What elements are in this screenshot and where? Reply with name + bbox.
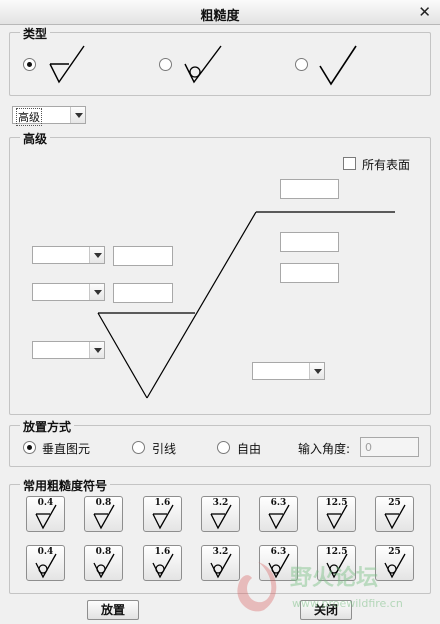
roughness-preset-button[interactable]: 6.3: [259, 496, 298, 532]
type-group-label: 类型: [20, 25, 51, 42]
angle-input[interactable]: 0: [360, 437, 419, 457]
roughness-preset-button[interactable]: 0.8: [84, 545, 123, 581]
sampling-length-field[interactable]: [280, 232, 339, 252]
machined-symbol-icon: [326, 504, 348, 530]
upper-limit-field[interactable]: [113, 246, 173, 266]
roughness-preset-button[interactable]: 1.6: [143, 496, 182, 532]
lay-direction-select[interactable]: [252, 362, 325, 380]
place-button[interactable]: 放置: [87, 600, 139, 620]
advanced-group: [9, 137, 431, 415]
angle-input-placeholder: 0: [365, 441, 372, 454]
watermark-logo: [237, 562, 277, 612]
placement-label-leader: 引线: [152, 442, 177, 456]
placement-radio-leader[interactable]: [132, 441, 145, 454]
title-bar: 粗糙度 ✕: [0, 0, 440, 25]
roughness-preset-button[interactable]: 0.4: [26, 496, 65, 532]
roughness-preset-button[interactable]: 12.5: [317, 496, 356, 532]
roughness-preset-button[interactable]: 0.4: [26, 545, 65, 581]
no-removal-symbol-icon: [93, 553, 115, 579]
close-icon[interactable]: ✕: [418, 3, 431, 21]
lower-limit-type-select[interactable]: [32, 283, 105, 301]
placement-group-label: 放置方式: [20, 418, 75, 435]
machined-symbol-icon: [384, 504, 406, 530]
machined-symbol-icon: [93, 504, 115, 530]
type-radio-basic[interactable]: [295, 58, 308, 71]
chevron-down-icon[interactable]: [89, 247, 104, 263]
machined-symbol-icon: [35, 504, 57, 530]
roughness-preset-button[interactable]: 1.6: [143, 545, 182, 581]
chevron-down-icon[interactable]: [89, 342, 104, 358]
placement-radio-normal[interactable]: [23, 441, 36, 454]
lower-limit-field[interactable]: [113, 283, 173, 303]
all-surfaces-checkbox[interactable]: [343, 157, 356, 170]
no-removal-symbol-icon: [384, 553, 406, 579]
machining-allowance-select[interactable]: [32, 341, 105, 359]
watermark-text: 野火论坛: [290, 566, 379, 591]
roughness-preset-button[interactable]: 0.8: [84, 496, 123, 532]
production-method-field[interactable]: [280, 179, 339, 199]
angle-label: 输入角度:: [298, 442, 351, 456]
watermark-url: www.proewildfire.cn: [292, 597, 403, 610]
machined-symbol-icon: [49, 45, 85, 84]
chevron-down-icon[interactable]: [89, 284, 104, 300]
no-removal-symbol-icon: [35, 553, 57, 579]
common-symbols-label: 常用粗糙度符号: [20, 477, 111, 494]
roughness-preset-button[interactable]: 25: [375, 496, 414, 532]
chevron-down-icon[interactable]: [309, 363, 324, 379]
other-roughness-field[interactable]: [280, 263, 339, 283]
roughness-preset-button[interactable]: 25: [375, 545, 414, 581]
window-title: 粗糙度: [200, 9, 240, 24]
level-select-value: 高级: [16, 108, 42, 126]
no-removal-symbol-icon: [152, 553, 174, 579]
type-radio-no-removal[interactable]: [159, 58, 172, 71]
placement-label-free: 自由: [237, 442, 262, 456]
roughness-preset-button[interactable]: 3.2: [201, 496, 240, 532]
placement-label-normal: 垂直图元: [42, 442, 91, 456]
basic-symbol-icon: [319, 45, 357, 86]
chevron-down-icon[interactable]: [70, 107, 85, 123]
machined-symbol-icon: [268, 504, 290, 530]
level-select[interactable]: 高级: [12, 106, 86, 126]
no-removal-symbol-icon: [184, 45, 222, 84]
all-surfaces-label: 所有表面: [362, 158, 411, 172]
placement-radio-free[interactable]: [217, 441, 230, 454]
advanced-group-label: 高级: [20, 130, 51, 147]
machined-symbol-icon: [152, 504, 174, 530]
upper-limit-type-select[interactable]: [32, 246, 105, 264]
machined-symbol-icon: [210, 504, 232, 530]
type-radio-machined[interactable]: [23, 58, 36, 71]
